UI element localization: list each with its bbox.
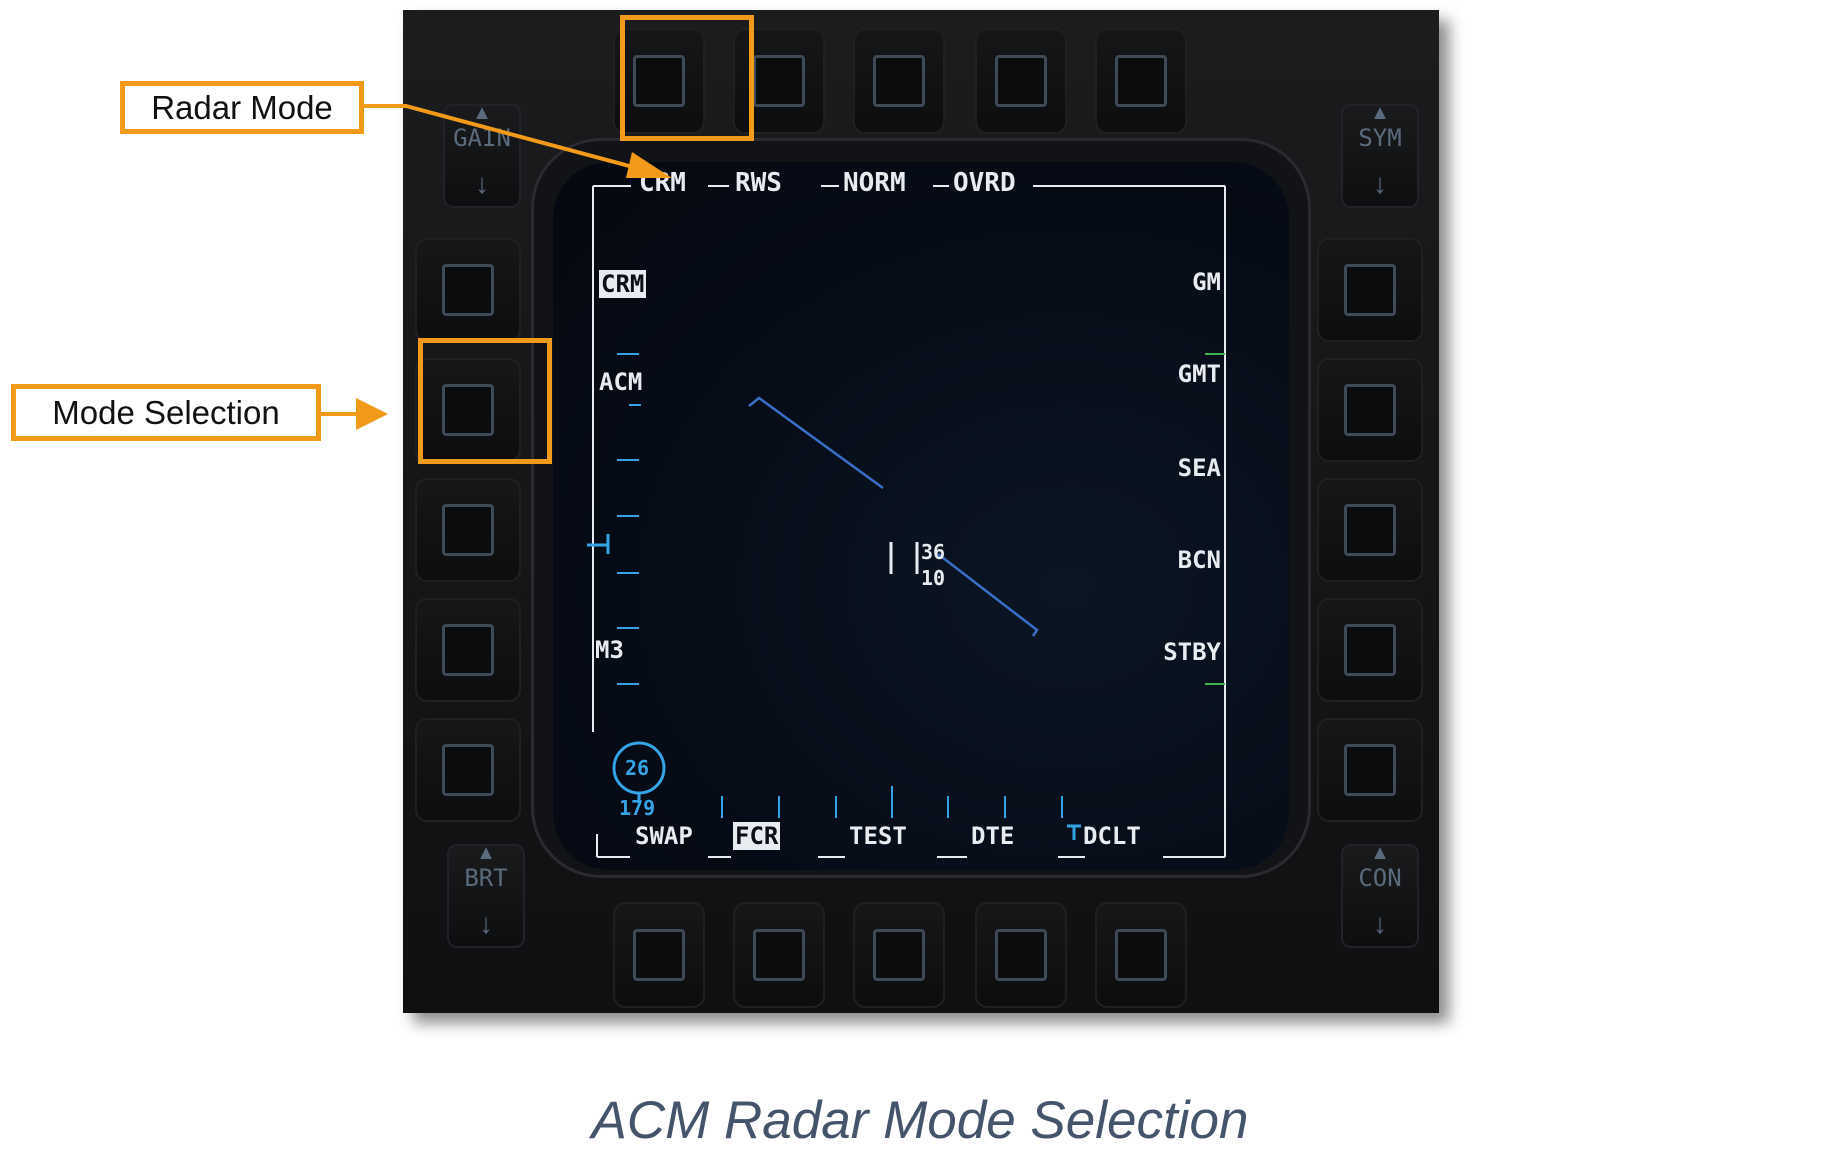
radar-mode-arrow bbox=[364, 104, 645, 172]
radar-mode-arrow-head bbox=[626, 152, 672, 178]
figure-caption: ACM Radar Mode Selection bbox=[591, 1091, 1249, 1150]
callout-arrows bbox=[321, 104, 672, 430]
mode-selection-arrow-head bbox=[356, 398, 388, 430]
